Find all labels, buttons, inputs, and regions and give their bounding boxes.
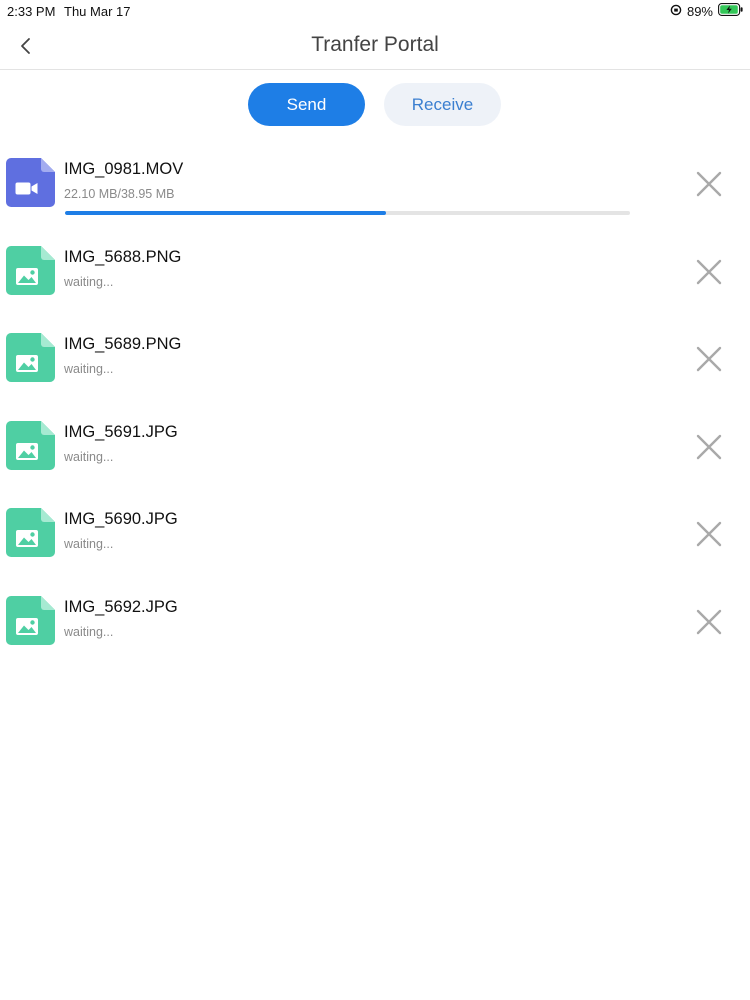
cancel-transfer-button[interactable]	[694, 169, 724, 199]
file-row: IMG_5689.PNG waiting...	[0, 325, 750, 413]
image-file-icon	[6, 245, 55, 295]
cancel-transfer-button[interactable]	[694, 432, 724, 462]
file-transfer-size: 22.10 MB/38.95 MB	[64, 187, 175, 201]
close-icon	[696, 609, 722, 635]
file-name: IMG_5689.PNG	[64, 335, 182, 354]
file-row: IMG_5692.JPG waiting...	[0, 588, 750, 676]
file-status: waiting...	[64, 274, 114, 289]
cancel-transfer-button[interactable]	[694, 607, 724, 637]
transfer-progress-bar	[65, 211, 630, 215]
file-row: IMG_0981.MOV 22.10 MB/38.95 MB	[0, 150, 750, 238]
battery-percentage: 89%	[686, 3, 713, 19]
receive-tab[interactable]: Receive	[384, 83, 501, 126]
status-date: Thu Mar 17	[64, 4, 131, 19]
close-icon	[696, 346, 722, 372]
orientation-lock-icon	[670, 4, 682, 19]
image-file-icon	[6, 508, 55, 558]
status-time: 2:33 PM	[7, 4, 56, 19]
cancel-transfer-button[interactable]	[694, 344, 724, 374]
file-row: IMG_5688.PNG waiting...	[0, 238, 750, 326]
file-name: IMG_5692.JPG	[64, 597, 178, 616]
image-file-icon	[6, 333, 55, 383]
status-indicators: 89%	[670, 3, 744, 19]
close-icon	[696, 434, 722, 459]
close-icon	[696, 522, 722, 547]
page-title: Tranfer Portal	[311, 33, 439, 56]
file-name: IMG_5690.JPG	[64, 510, 178, 529]
close-icon	[696, 171, 722, 197]
transfer-file-list: IMG_0981.MOV 22.10 MB/38.95 MB IMG_5688.…	[0, 150, 750, 676]
file-name: IMG_5688.PNG	[64, 247, 182, 266]
file-row: IMG_5691.JPG waiting...	[0, 413, 750, 501]
video-file-icon	[6, 158, 55, 207]
file-status: waiting...	[64, 624, 114, 639]
file-status: waiting...	[64, 362, 114, 377]
navigation-bar: Tranfer Portal	[0, 22, 750, 70]
file-row: IMG_5690.JPG waiting...	[0, 500, 750, 588]
file-name: IMG_0981.MOV	[64, 160, 184, 178]
transfer-progress-fill	[65, 211, 386, 215]
image-file-icon	[6, 420, 55, 470]
transfer-mode-tabs: Send Receive	[0, 83, 750, 127]
file-status: waiting...	[64, 537, 114, 552]
cancel-transfer-button[interactable]	[694, 257, 724, 287]
image-file-icon	[6, 595, 55, 645]
send-tab[interactable]: Send	[248, 83, 365, 126]
file-name: IMG_5691.JPG	[64, 422, 178, 441]
file-status: waiting...	[64, 449, 114, 464]
battery-charging-icon	[718, 3, 744, 19]
close-icon	[696, 259, 722, 284]
cancel-transfer-button[interactable]	[694, 519, 724, 549]
status-bar: 2:33 PM Thu Mar 17 89%	[0, 0, 750, 22]
